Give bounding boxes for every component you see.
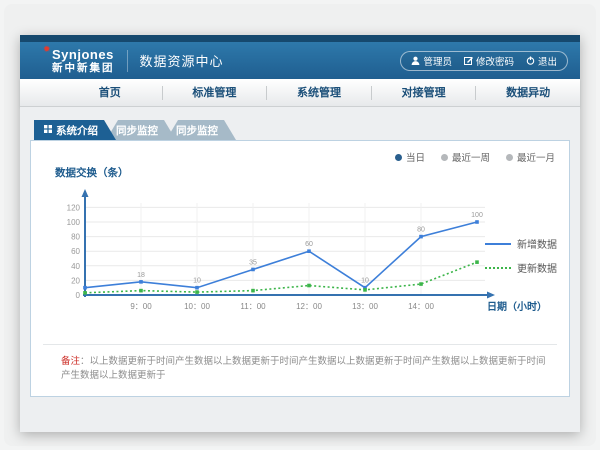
grid-icon — [44, 124, 52, 136]
footnote-label: 备注 — [61, 356, 80, 367]
nav-item-data-changes[interactable]: 数据异动 — [476, 86, 580, 100]
nav-item-standard-mgmt[interactable]: 标准管理 — [163, 86, 268, 100]
svg-text:9：00: 9：00 — [130, 302, 152, 311]
user-menu: 管理员 修改密码 退出 — [400, 51, 568, 71]
chart-legend: 新增数据 更新数据 — [485, 236, 557, 275]
power-icon — [526, 56, 535, 65]
svg-text:60: 60 — [71, 247, 80, 256]
radio-dot-icon — [395, 154, 402, 161]
legend-new-data: 新增数据 — [485, 236, 557, 251]
filter-last-week[interactable]: 最近一周 — [441, 150, 490, 164]
tab-sync-monitor-1-label: 同步监控 — [116, 123, 158, 138]
dotted-line-icon — [485, 267, 511, 269]
radio-dot-icon — [506, 154, 513, 161]
svg-text:13：00: 13：00 — [352, 302, 378, 311]
svg-text:18: 18 — [137, 272, 145, 279]
svg-text:10: 10 — [361, 278, 369, 285]
top-strip — [20, 35, 580, 42]
header-bar: ✹ Synjones 新中新集团 数据资源中心 管理员 修改密码 — [20, 42, 580, 79]
logo-star-icon: ✹ — [43, 45, 51, 54]
svg-text:40: 40 — [71, 262, 80, 271]
svg-text:20: 20 — [71, 276, 80, 285]
svg-text:0: 0 — [76, 291, 81, 300]
legend-updated-data: 更新数据 — [485, 260, 557, 275]
svg-text:14：00: 14：00 — [408, 302, 434, 311]
line-chart-svg: 0 20 40 60 80 100 120 9：00 10：00 11：00 12：00 13：00 1… — [49, 185, 549, 323]
filter-last-month-label: 最近一月 — [517, 150, 555, 164]
main-nav: 首页 标准管理 系统管理 对接管理 数据异动 — [20, 79, 580, 107]
radio-dot-icon — [441, 154, 448, 161]
line-chart: 0 20 40 60 80 100 120 9：00 10：00 11：00 12：00 13：00 1… — [49, 185, 549, 323]
user-icon — [411, 56, 420, 65]
footnote: 备注：以上数据更新于时间产生数据以上数据更新于时间产生数据以上数据更新于时间产生… — [61, 355, 549, 384]
svg-text:60: 60 — [305, 241, 313, 248]
y-axis-title: 数据交换（条） — [55, 165, 129, 180]
footnote-text: ：以上数据更新于时间产生数据以上数据更新于时间产生数据以上数据更新于时间产生数据… — [61, 356, 546, 381]
filter-today-label: 当日 — [406, 150, 425, 164]
svg-text:35: 35 — [249, 259, 257, 266]
panel-divider — [43, 344, 557, 345]
solid-line-icon — [485, 243, 511, 245]
logo-brand-text: Synjones — [52, 48, 115, 61]
svg-text:10: 10 — [193, 278, 201, 285]
tab-system-intro-label: 系统介绍 — [56, 123, 98, 138]
tab-sync-monitor-2-label: 同步监控 — [176, 123, 218, 138]
admin-user-label: 管理员 — [423, 54, 452, 68]
page-title: 数据资源中心 — [140, 51, 224, 70]
tab-sync-monitor-2[interactable]: 同步监控 — [166, 120, 236, 140]
time-range-filters: 当日 最近一周 最近一月 — [395, 150, 555, 164]
company-logo: ✹ Synjones 新中新集团 — [52, 48, 115, 74]
header-separator — [127, 50, 128, 72]
logout-button[interactable]: 退出 — [526, 54, 557, 68]
filter-last-week-label: 最近一周 — [452, 150, 490, 164]
chart-panel: 当日 最近一周 最近一月 数据交换（条） 0 20 40 60 80 100 120 9：00… — [30, 140, 570, 397]
svg-text:120: 120 — [67, 203, 81, 212]
svg-text:100: 100 — [67, 218, 81, 227]
svg-text:12：00: 12：00 — [296, 302, 322, 311]
nav-item-home[interactable]: 首页 — [58, 86, 163, 100]
svg-text:100: 100 — [471, 212, 483, 219]
legend-updated-data-label: 更新数据 — [517, 260, 557, 275]
logout-label: 退出 — [538, 54, 557, 68]
tab-sync-monitor-1[interactable]: 同步监控 — [106, 120, 176, 140]
svg-text:80: 80 — [417, 227, 425, 234]
content-area: 系统介绍 同步监控 同步监控 当日 最近一周 — [20, 107, 580, 432]
tab-system-intro[interactable]: 系统介绍 — [34, 120, 116, 140]
svg-text:11：00: 11：00 — [240, 302, 266, 311]
svg-text:日期（小时）: 日期（小时） — [487, 300, 547, 313]
tab-bar: 系统介绍 同步监控 同步监控 — [34, 120, 580, 140]
legend-new-data-label: 新增数据 — [517, 236, 557, 251]
edit-icon — [464, 56, 473, 65]
change-password-button[interactable]: 修改密码 — [464, 54, 514, 68]
logo-sub-text: 新中新集团 — [52, 63, 115, 74]
change-password-label: 修改密码 — [476, 54, 514, 68]
nav-item-connection-mgmt[interactable]: 对接管理 — [372, 86, 477, 100]
filter-today[interactable]: 当日 — [395, 150, 425, 164]
svg-text:10：00: 10：00 — [184, 302, 210, 311]
nav-item-system-mgmt[interactable]: 系统管理 — [267, 86, 372, 100]
svg-text:80: 80 — [71, 233, 80, 242]
admin-user-button[interactable]: 管理员 — [411, 54, 452, 68]
app-window: ✹ Synjones 新中新集团 数据资源中心 管理员 修改密码 — [20, 35, 580, 432]
filter-last-month[interactable]: 最近一月 — [506, 150, 555, 164]
